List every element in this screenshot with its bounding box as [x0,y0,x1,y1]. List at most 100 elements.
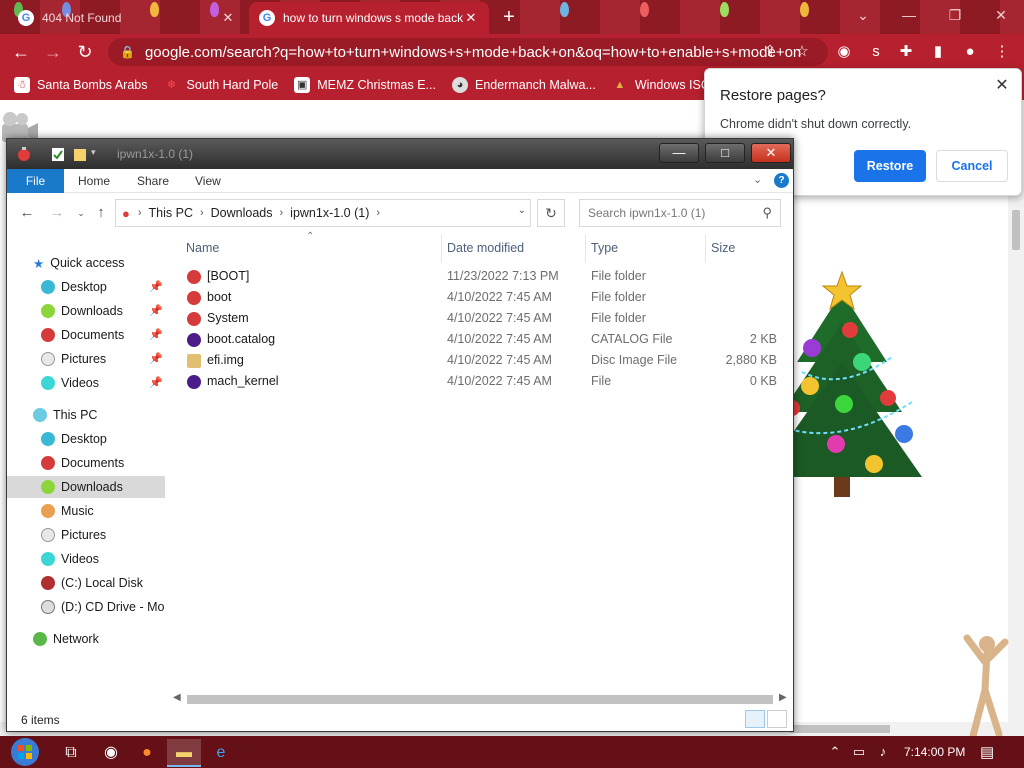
recent-locations-icon[interactable]: ⌄ [71,203,91,223]
network-icon[interactable]: ▭ [850,744,868,760]
tab-close-icon[interactable]: ✕ [463,10,479,26]
close-icon[interactable]: ✕ [992,75,1012,95]
tab-view[interactable]: View [181,169,235,193]
internet-explorer-icon[interactable]: e [204,739,238,767]
cancel-button[interactable]: Cancel [936,150,1008,182]
bookmark-item[interactable]: ◕ Endermanch Malwa... [451,77,596,93]
scrollbar-thumb[interactable] [187,695,773,704]
up-button[interactable]: ↑ [91,203,111,223]
column-header-name[interactable]: Name [186,241,219,255]
customize-toolbar-icon[interactable]: ▾ [91,147,96,158]
side-panel-icon[interactable]: ▮ [928,42,948,62]
close-window-button[interactable]: ✕ [978,0,1024,30]
nav-quick-downloads[interactable]: Downloads 📌 [41,300,165,322]
scroll-right-icon[interactable]: ▶ [779,692,787,703]
bookmark-item[interactable]: ▲ Windows ISOs [612,77,716,93]
help-icon[interactable]: ? [774,173,789,188]
pin-icon[interactable]: 📌 [149,328,163,341]
task-view-icon[interactable]: ⧉ [54,739,88,767]
nav-local-disk[interactable]: (C:) Local Disk [41,572,165,594]
firefox-icon[interactable]: ● [130,739,164,767]
explorer-horizontal-scrollbar[interactable]: ◀ ▶ [169,691,791,707]
chevron-right-icon[interactable]: › [200,207,204,219]
chevron-right-icon[interactable]: › [376,207,380,219]
scrollbar-thumb[interactable] [790,725,890,733]
chrome-menu-icon[interactable]: ⋮ [992,42,1012,62]
file-row[interactable]: [BOOT] 11/23/2022 7:13 PM File folder [169,266,789,287]
file-row[interactable]: boot.catalog 4/10/2022 7:45 AM CATALOG F… [169,329,789,350]
file-row[interactable]: boot 4/10/2022 7:45 AM File folder [169,287,789,308]
chevron-down-icon[interactable]: ⌄ [518,205,526,216]
bookmark-item[interactable]: ☃ Santa Bombs Arabs [14,77,147,93]
column-header-size[interactable]: Size [711,241,735,255]
extensions-puzzle-icon[interactable]: ✚ [896,42,916,62]
back-button[interactable]: ← [17,203,37,223]
file-row[interactable]: mach_kernel 4/10/2022 7:45 AM File 0 KB [169,371,789,392]
column-header-date[interactable]: Date modified [447,241,524,255]
pin-icon[interactable]: 📌 [149,352,163,365]
chrome-icon[interactable]: ◉ [94,739,128,767]
explorer-title-bar[interactable]: ▾ ipwn1x-1.0 (1) — □ ✕ [7,139,793,169]
nav-quick-access[interactable]: ★ Quick access [33,252,165,274]
search-input[interactable]: Search ipwn1x-1.0 (1) ⚲ [579,199,781,227]
breadcrumb-downloads[interactable]: Downloads [211,206,273,220]
restore-button[interactable]: Restore [854,150,926,182]
pin-icon[interactable]: 📌 [149,280,163,293]
nav-quick-videos[interactable]: Videos 📌 [41,372,165,394]
tab-close-icon[interactable]: ✕ [220,10,236,26]
minimize-button[interactable]: — [886,0,932,30]
refresh-button[interactable]: ↻ [537,199,565,227]
new-tab-button[interactable]: + [498,6,520,28]
scrollbar-thumb[interactable] [1012,210,1020,250]
explorer-address-bar[interactable]: ● › This PC › Downloads › ipwn1x-1.0 (1)… [115,199,531,227]
volume-icon[interactable]: ♪ [874,744,892,759]
browser-tab-search[interactable]: G how to turn windows s mode back on ✕ [249,2,489,34]
forward-button[interactable]: → [40,39,66,65]
nav-pc-desktop[interactable]: Desktop [41,428,165,450]
nav-this-pc[interactable]: This PC [33,404,165,426]
pin-icon[interactable]: 📌 [149,304,163,317]
column-divider[interactable] [441,235,442,263]
tab-search-icon[interactable]: ⌄ [840,0,886,30]
nav-cd-drive[interactable]: (D:) CD Drive - More [41,596,165,618]
file-explorer-icon[interactable]: ▬ [167,739,201,767]
nav-pc-downloads[interactable]: Downloads [7,476,165,498]
column-divider[interactable] [705,235,706,263]
nav-pc-pictures[interactable]: Pictures [41,524,165,546]
new-folder-icon[interactable] [73,146,87,162]
nav-quick-documents[interactable]: Documents 📌 [41,324,165,346]
nav-pc-videos[interactable]: Videos [41,548,165,570]
clock[interactable]: 7:14:00 PM [904,745,965,759]
bookmark-item[interactable]: ❄ South Hard Pole [163,77,278,93]
nav-pc-music[interactable]: Music [41,500,165,522]
explorer-maximize-button[interactable]: □ [705,143,745,163]
browser-tab-404[interactable]: G 404 Not Found ✕ [8,4,246,32]
explorer-close-button[interactable]: ✕ [751,143,791,163]
expand-ribbon-icon[interactable]: ⌄ [753,173,762,186]
details-view-button[interactable] [745,710,765,728]
profile-avatar-icon[interactable]: ● [960,42,980,62]
tab-home[interactable]: Home [64,169,124,193]
properties-icon[interactable] [51,146,65,162]
back-button[interactable]: ← [8,39,34,65]
nav-network[interactable]: Network [33,628,165,650]
file-row[interactable]: efi.img 4/10/2022 7:45 AM Disc Image Fil… [169,350,789,371]
nav-quick-desktop[interactable]: Desktop 📌 [41,276,165,298]
nav-quick-pictures[interactable]: Pictures 📌 [41,348,165,370]
extension-flag-icon[interactable]: ◉ [834,42,854,62]
chevron-up-icon[interactable]: ⌃ [826,744,844,760]
address-bar[interactable]: 🔒 google.com/search?q=how+to+turn+window… [108,38,828,66]
chevron-right-icon[interactable]: › [280,207,284,219]
explorer-minimize-button[interactable]: — [659,143,699,163]
notification-icon[interactable]: ▤ [980,743,994,761]
extension-s-icon[interactable]: s [866,42,886,62]
start-button[interactable] [2,736,48,768]
scroll-left-icon[interactable]: ◀ [173,692,181,703]
column-header-type[interactable]: Type [591,241,618,255]
large-icons-view-button[interactable] [767,710,787,728]
bookmark-item[interactable]: ▣ MEMZ Christmas E... [294,77,436,93]
file-row[interactable]: System 4/10/2022 7:45 AM File folder [169,308,789,329]
reload-button[interactable]: ↻ [72,39,98,65]
tab-file[interactable]: File [7,169,64,193]
nav-pc-documents[interactable]: Documents [41,452,165,474]
